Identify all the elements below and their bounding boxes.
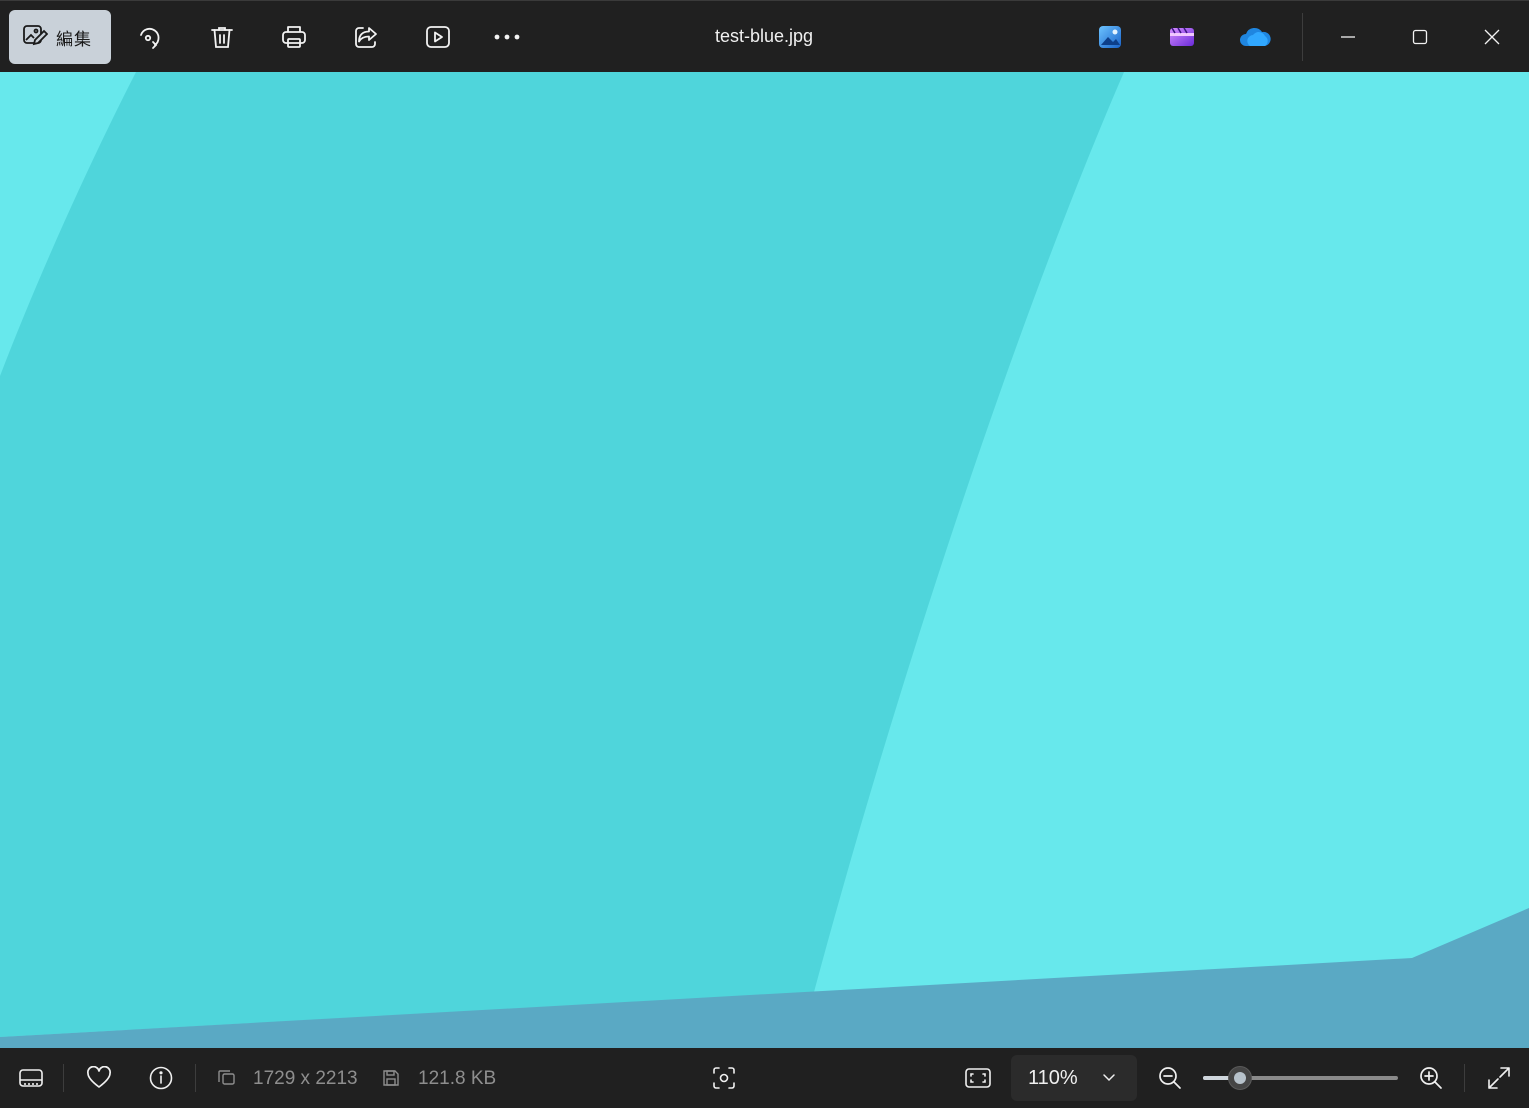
- file-size-icon: [380, 1062, 402, 1094]
- heart-icon: [87, 1066, 111, 1088]
- info-icon: [149, 1066, 173, 1090]
- zoom-slider[interactable]: [1203, 1066, 1398, 1090]
- zoom-out-icon: [1159, 1067, 1181, 1089]
- edit-button-label: 編集: [56, 29, 92, 50]
- fit-to-window-button[interactable]: [962, 1062, 994, 1094]
- zoom-out-button[interactable]: [1154, 1062, 1186, 1094]
- fullscreen-button[interactable]: [1483, 1062, 1515, 1094]
- zoom-dropdown[interactable]: 110%: [1011, 1055, 1137, 1101]
- share-button[interactable]: [339, 10, 393, 64]
- chevron-down-icon: [1103, 1074, 1115, 1082]
- maximize-icon: [1412, 29, 1428, 45]
- print-button[interactable]: [267, 10, 321, 64]
- image-dimensions: 1729 x 2213: [253, 1068, 358, 1089]
- print-icon: [282, 26, 306, 48]
- image-canvas[interactable]: [0, 72, 1529, 1048]
- play-icon: [426, 26, 450, 48]
- resolution-icon: [215, 1062, 237, 1094]
- more-button[interactable]: [480, 10, 534, 64]
- more-icon: [494, 34, 520, 40]
- visual-search-icon: [713, 1067, 735, 1089]
- slideshow-button[interactable]: [411, 10, 465, 64]
- favorite-button[interactable]: [83, 1062, 115, 1094]
- displayed-image: [0, 72, 1529, 1048]
- maximize-button[interactable]: [1398, 15, 1442, 59]
- close-button[interactable]: [1470, 15, 1514, 59]
- expand-icon: [1488, 1067, 1510, 1089]
- edit-image-icon: [22, 22, 49, 53]
- titlebar-separator: [1302, 13, 1303, 61]
- trash-icon: [211, 27, 233, 48]
- window-title: test-blue.jpg: [714, 26, 814, 46]
- minimize-button[interactable]: [1326, 15, 1370, 59]
- zoom-value: 110%: [1028, 1066, 1078, 1089]
- edit-button[interactable]: 編集: [9, 10, 111, 64]
- rotate-icon: [140, 27, 160, 49]
- zoom-in-button[interactable]: [1415, 1062, 1447, 1094]
- file-size: 121.8 KB: [418, 1068, 497, 1089]
- filmstrip-button[interactable]: [15, 1062, 47, 1094]
- zoom-slider-thumb[interactable]: [1228, 1066, 1252, 1090]
- onedrive-icon[interactable]: [1237, 23, 1273, 51]
- info-button[interactable]: [145, 1062, 177, 1094]
- rotate-button[interactable]: [123, 10, 177, 64]
- zoom-in-icon: [1420, 1067, 1442, 1089]
- minimize-icon: [1341, 36, 1355, 38]
- clipchamp-icon[interactable]: [1167, 23, 1197, 51]
- statusbar-divider: [1464, 1064, 1465, 1092]
- title-bar: 編集 test-blue.jpg: [0, 0, 1529, 72]
- share-icon: [355, 27, 377, 48]
- delete-button[interactable]: [195, 10, 249, 64]
- close-icon: [1484, 29, 1500, 45]
- filmstrip-icon: [19, 1069, 43, 1087]
- statusbar-divider: [63, 1064, 64, 1092]
- photo-editor-icon[interactable]: [1095, 23, 1125, 51]
- fit-to-window-icon: [965, 1068, 991, 1088]
- visual-search-button[interactable]: [708, 1062, 740, 1094]
- statusbar-divider: [195, 1064, 196, 1092]
